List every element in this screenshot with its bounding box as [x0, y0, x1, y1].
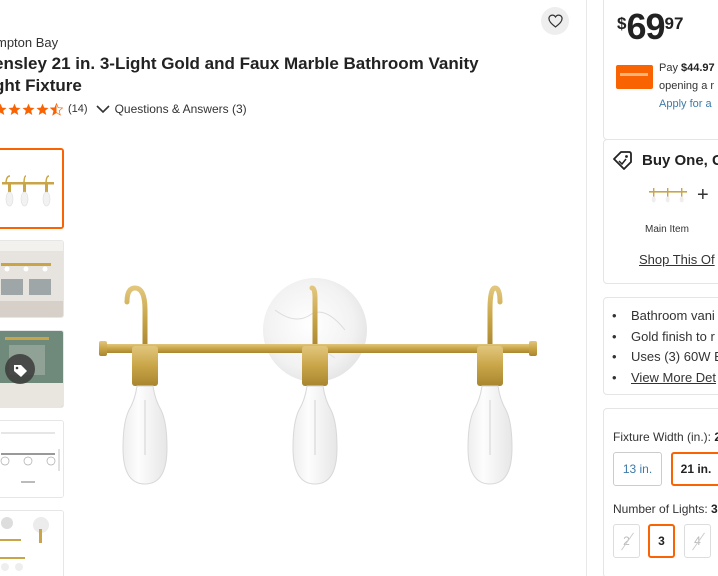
product-title: ensley 21 in. 3-Light Gold and Faux Marb…: [0, 53, 514, 97]
heart-icon: [547, 14, 563, 28]
qa-label: Questions & Answers (3): [114, 102, 247, 116]
feature-item: Bathroom vani: [612, 308, 718, 329]
vanity-light-image: [99, 278, 537, 485]
chevron-down-icon: [95, 104, 110, 113]
bogo-heading: Buy One, G: [612, 150, 718, 170]
star-icon: [0, 103, 7, 115]
bogo-card: Buy One, G + Main Item Shop This Of: [603, 139, 718, 284]
tag-icon: [613, 151, 632, 170]
fixture-width-label: Fixture Width (in.): 2: [613, 430, 718, 444]
lights-option-3[interactable]: 3: [648, 524, 675, 558]
price-currency: $: [617, 14, 627, 33]
pay-amount: $44.97: [681, 62, 715, 74]
favorite-button[interactable]: [541, 7, 569, 35]
financing-pay-line: Pay $44.97: [659, 62, 715, 74]
thumbnail-green-bathroom-scene[interactable]: [0, 330, 64, 408]
feature-item: Gold finish to r: [612, 329, 718, 350]
features-card: Bathroom vani Gold finish to r Uses (3) …: [603, 297, 718, 395]
product-title-line-1: ensley 21 in. 3-Light Gold and Faux Marb…: [0, 54, 479, 73]
number-of-lights-label-text: Number of Lights:: [613, 502, 712, 516]
feature-item: Uses (3) 60W E: [612, 349, 718, 370]
thumbnail-image: [0, 511, 63, 576]
credit-card-icon: [616, 65, 653, 89]
pay-prefix: Pay: [659, 62, 682, 74]
financing-open-line: opening a r: [659, 80, 715, 92]
lights-option-2[interactable]: 2: [613, 524, 640, 558]
price-card: $ 69 97 Pay $44.97 opening a r Apply for…: [603, 0, 718, 140]
review-count[interactable]: (14): [68, 103, 88, 115]
star-icon: [22, 103, 35, 115]
half-star-icon: [50, 102, 63, 116]
lights-option-4[interactable]: 4: [684, 524, 711, 558]
price-whole: 69: [626, 6, 665, 47]
main-item-image[interactable]: [648, 187, 688, 203]
lights-option-label: 3: [658, 534, 665, 548]
column-divider: [586, 0, 587, 576]
number-of-lights-value: 3: [711, 502, 718, 516]
fixture-width-label-text: Fixture Width (in.):: [613, 430, 715, 444]
main-product-image[interactable]: [95, 270, 545, 500]
apply-link[interactable]: Apply for a: [659, 98, 712, 110]
bogo-heading-text: Buy One, G: [642, 151, 718, 169]
rating-row: (14) Questions & Answers (3): [0, 100, 247, 118]
thumbnail-bathroom-scene[interactable]: [0, 240, 64, 318]
rating-stars[interactable]: [0, 102, 63, 116]
product-title-line-2: ght Fixture: [0, 76, 82, 95]
thumbnail-image: [0, 150, 62, 227]
view-more-details-link[interactable]: View More Det: [612, 370, 718, 391]
feature-list: Bathroom vani Gold finish to r Uses (3) …: [612, 308, 718, 390]
thumbnail-image: [0, 241, 63, 317]
star-icon: [8, 103, 21, 115]
thumbnail-detail-collage[interactable]: [0, 510, 64, 576]
number-of-lights-label: Number of Lights: 3: [613, 502, 718, 516]
fixture-width-value: 2: [714, 430, 718, 444]
shop-this-offer-link[interactable]: Shop This Of: [639, 252, 715, 267]
star-icon: [36, 103, 49, 115]
width-option-21[interactable]: 21 in.: [671, 452, 718, 486]
options-card: Fixture Width (in.): 2 13 in. 21 in. Num…: [603, 408, 718, 576]
thumbnail-dimension-diagram[interactable]: [0, 420, 64, 498]
thumbnail-image: [0, 421, 63, 497]
main-item-label: Main Item: [645, 224, 689, 235]
view-more-label: View More Det: [631, 369, 717, 385]
price: $ 69 97: [617, 8, 683, 46]
plus-icon: +: [697, 184, 709, 206]
price-cents: 97: [664, 14, 684, 33]
thumbnail-vanity-light-front[interactable]: [0, 148, 64, 229]
thumbnail-image: [0, 331, 63, 407]
width-option-13[interactable]: 13 in.: [613, 452, 662, 486]
questions-answers-link[interactable]: Questions & Answers (3): [95, 102, 247, 116]
brand-name[interactable]: mpton Bay: [0, 35, 58, 50]
